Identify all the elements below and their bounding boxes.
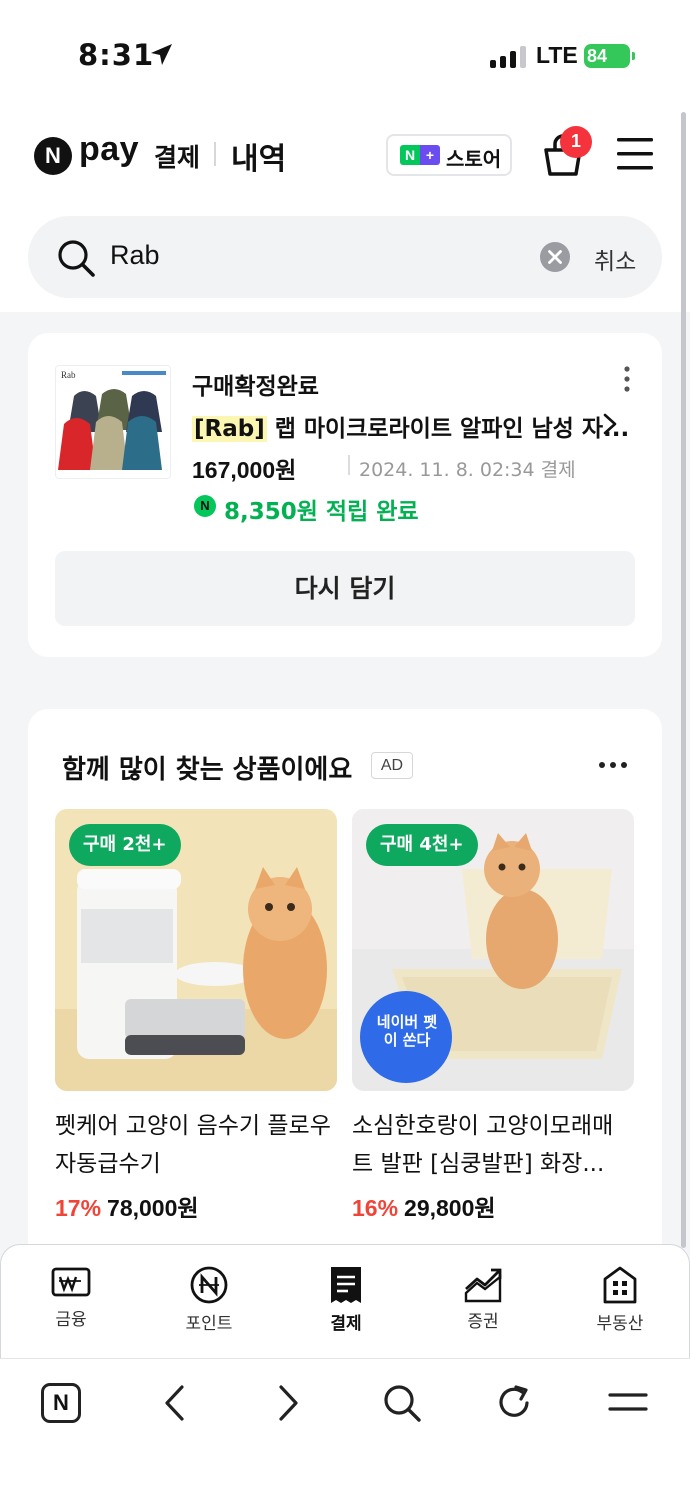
product-image[interactable]: 구매 2천+ [55, 809, 337, 1091]
browser-menu-icon[interactable] [608, 1391, 648, 1415]
product-name[interactable]: 펫케어 고양이 음수기 플로우 자동급수기 [55, 1107, 345, 1183]
header: N pay 결제 내역 N + 스토어 1 Rab 취소 [0, 100, 690, 312]
naver-home-icon[interactable]: N [41, 1383, 81, 1423]
price-value: 29,800원 [404, 1195, 496, 1221]
network-type: LTE [536, 42, 578, 68]
tab-label: 부동산 [596, 1314, 644, 1334]
search-bar[interactable]: Rab 취소 [28, 216, 662, 298]
tab-label: 금융 [55, 1310, 87, 1330]
discount-rate: 17% [55, 1195, 102, 1221]
jacket-product-image: Rab [56, 366, 170, 478]
tab-label: 증권 [467, 1312, 499, 1332]
order-date: 2024. 11. 8. 02:34 결제 [359, 459, 576, 481]
add-to-cart-again-button[interactable]: 다시 담기 [55, 551, 635, 626]
price-divider [348, 455, 350, 475]
status-time: 8:31 [78, 38, 155, 72]
order-card[interactable]: Rab 구매확정완료 [Rab] 랩 마이크로라이트 알파인 남성 자... 1… [28, 333, 662, 657]
chevron-right-icon[interactable] [602, 413, 618, 435]
payment-receipt-icon [331, 1267, 361, 1303]
order-product-title[interactable]: [Rab] 랩 마이크로라이트 알파인 남성 자... [192, 409, 629, 443]
scrollbar[interactable] [681, 112, 686, 1248]
tab-payment[interactable]: 결제 [296, 1265, 396, 1334]
cellular-signal-icon [490, 44, 526, 68]
product-card[interactable]: 구매 4천+ 네이버 펫이 쏜다 소심한호랑이 고양이모래매트 발판 [심쿵발판… [352, 809, 634, 1221]
order-status: 구매확정완료 [192, 374, 319, 400]
status-bar: 8:31 LTE 84 [0, 0, 690, 100]
search-input[interactable]: Rab [110, 240, 160, 271]
order-title-text: 랩 마이크로라이트 알파인 남성 자... [266, 416, 630, 442]
bottom-tab-bar: 금융 포인트 결제 증권 부동산 [0, 1244, 690, 1360]
purchase-count-badge: 구매 2천+ [69, 824, 181, 866]
more-options-icon[interactable] [622, 365, 632, 393]
ad-badge[interactable]: AD [371, 752, 413, 779]
store-label: 스토어 [446, 147, 502, 171]
cart-count-badge: 1 [560, 126, 592, 158]
purchase-count-badge: 구매 4천+ [366, 824, 478, 866]
product-image[interactable]: 구매 4천+ 네이버 펫이 쏜다 [352, 809, 634, 1091]
tab-real-estate[interactable]: 부동산 [570, 1265, 670, 1334]
more-horizontal-icon[interactable] [598, 761, 628, 769]
npay-logo-label: 결제 [154, 143, 201, 172]
product-card[interactable]: 구매 2천+ 펫케어 고양이 음수기 플로우 자동급수기 17% 78,000원 [55, 809, 337, 1221]
recommendation-title: 함께 많이 찾는 상품이에요 [62, 755, 353, 785]
finance-icon [51, 1267, 91, 1297]
search-icon [58, 240, 95, 277]
back-icon[interactable] [162, 1383, 186, 1423]
tab-stocks[interactable]: 증권 [433, 1265, 533, 1332]
discount-rate: 16% [352, 1195, 399, 1221]
npay-logo-icon[interactable]: N [34, 137, 72, 175]
nplus-icon: N + [400, 145, 440, 165]
product-price: 17% 78,000원 [55, 1189, 199, 1223]
tab-points[interactable]: 포인트 [159, 1265, 259, 1334]
npoint-icon: N [194, 495, 216, 517]
order-price: 167,000원 [192, 457, 297, 483]
battery-level: 84 [587, 46, 608, 66]
price-value: 78,000원 [107, 1195, 199, 1221]
forward-icon[interactable] [277, 1383, 301, 1423]
hamburger-menu-icon[interactable] [616, 137, 654, 171]
thumb-brand-text: Rab [61, 370, 76, 380]
location-arrow-icon [151, 44, 172, 65]
tab-finance[interactable]: 금융 [21, 1265, 121, 1330]
npay-logo-text: pay [79, 130, 140, 168]
product-thumbnail[interactable]: Rab [55, 365, 171, 479]
cancel-search-button[interactable]: 취소 [594, 242, 636, 276]
search-icon[interactable] [382, 1383, 422, 1423]
browser-toolbar: N [0, 1358, 690, 1500]
point-icon [190, 1266, 228, 1304]
tab-label: 결제 [330, 1314, 362, 1334]
product-price: 16% 29,800원 [352, 1189, 496, 1223]
refresh-icon[interactable] [496, 1383, 534, 1423]
building-icon [603, 1266, 637, 1304]
battery-icon: 84 [584, 44, 635, 68]
tab-label: 포인트 [185, 1314, 233, 1334]
search-highlight: [Rab] [192, 416, 267, 442]
header-divider [214, 142, 216, 166]
stock-chart-icon [464, 1268, 502, 1303]
points-earned: 8,350원 적립 완료 [224, 499, 419, 525]
nplus-store-button[interactable]: N + 스토어 [386, 134, 512, 176]
clear-search-icon[interactable] [539, 241, 571, 273]
recommendation-section: 함께 많이 찾는 상품이에요 AD 구매 2천+ 펫케어 고양이 음수기 플로우… [28, 709, 662, 1309]
page-title: 내역 [231, 142, 287, 177]
product-name[interactable]: 소심한호랑이 고양이모래매트 발판 [심쿵발판] 화장... [352, 1107, 634, 1183]
naver-pet-sticker: 네이버 펫이 쏜다 [376, 1013, 438, 1049]
